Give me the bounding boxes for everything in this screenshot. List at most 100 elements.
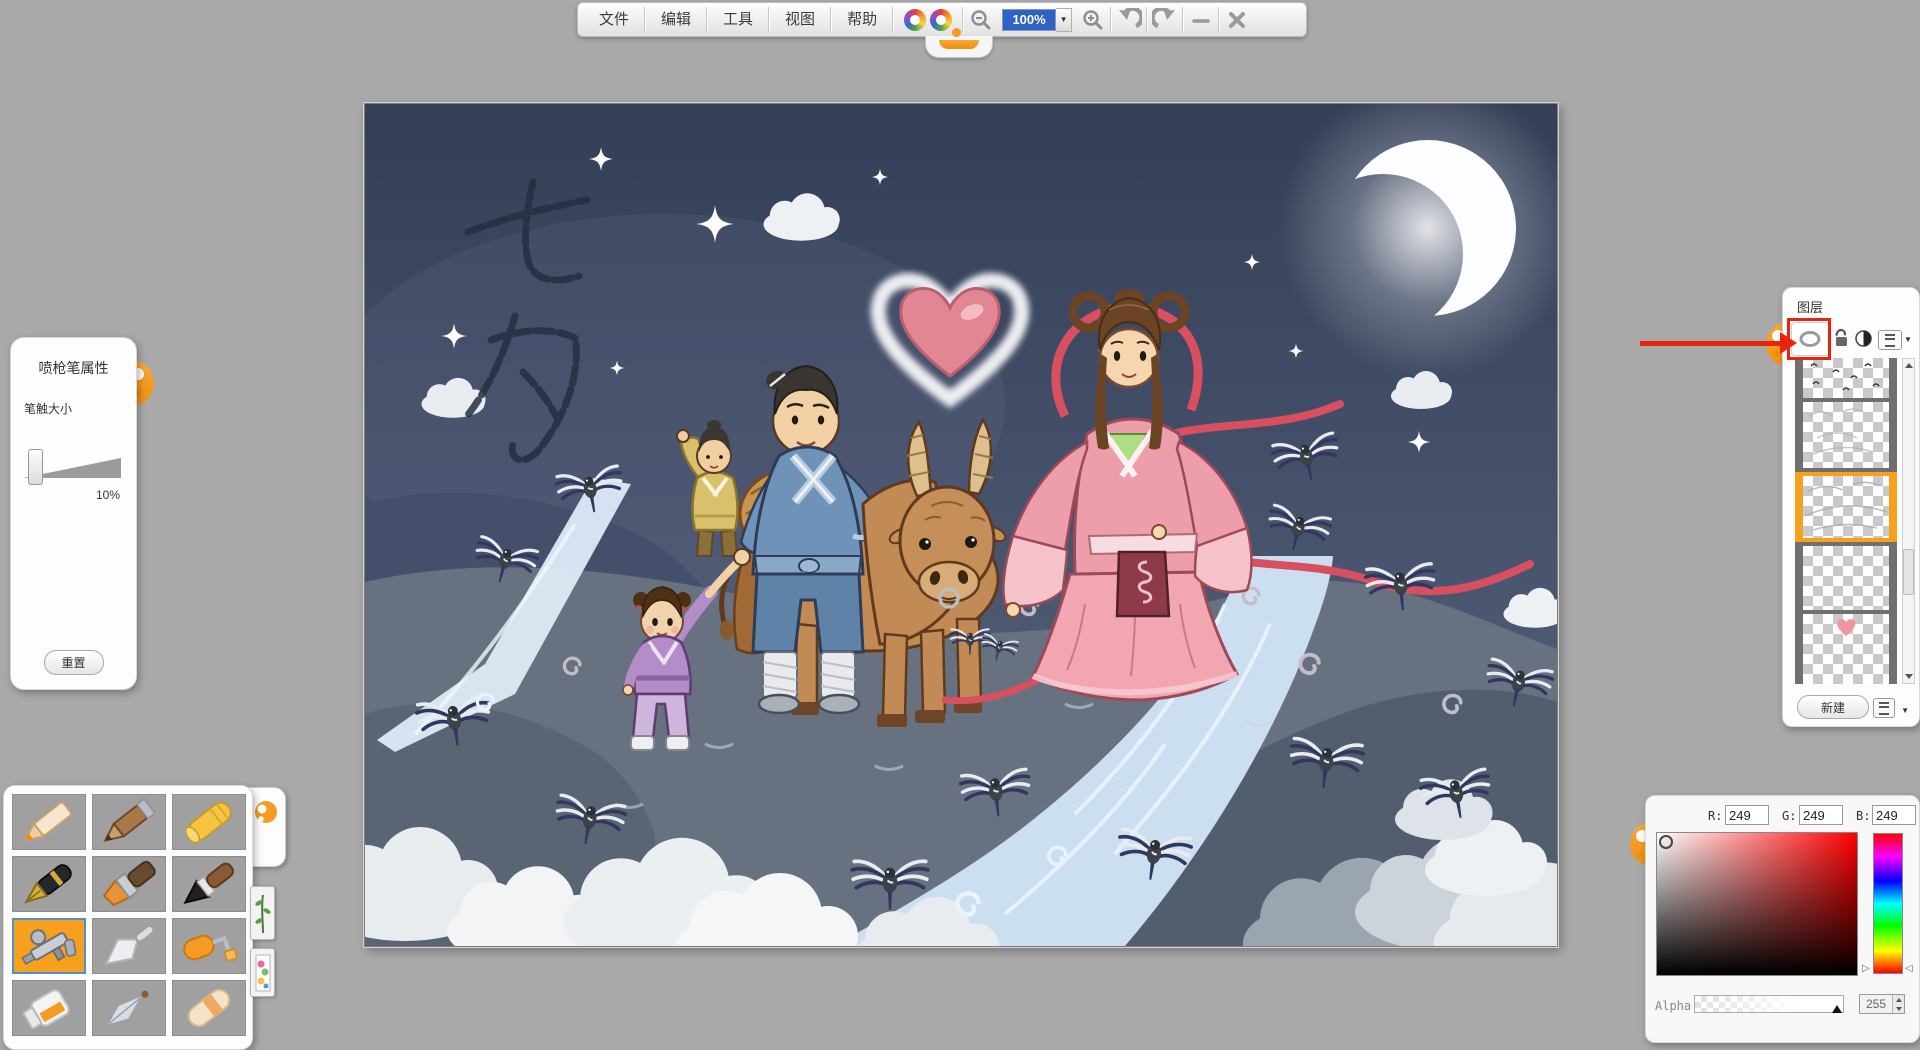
hue-bar[interactable]: [1873, 833, 1903, 974]
paint-bottle-icon: [14, 982, 84, 1034]
green-label: G:: [1782, 809, 1796, 823]
new-layer-button[interactable]: 新建: [1797, 695, 1869, 719]
menu-file[interactable]: 文件: [584, 3, 644, 36]
palette-handle-icon: [254, 798, 278, 830]
logo-eye-icon: [904, 9, 926, 31]
menu-tools[interactable]: 工具: [708, 3, 768, 36]
fountain-pen-icon: [14, 858, 84, 910]
brush-size-slider[interactable]: [23, 456, 121, 478]
tool-fountain-pen[interactable]: [12, 856, 86, 912]
menu-help[interactable]: 帮助: [832, 3, 892, 36]
red-field[interactable]: [1725, 805, 1769, 825]
menu-lines-icon: [1885, 334, 1895, 347]
contrast-button[interactable]: [1855, 330, 1872, 347]
zoom-out-icon: [970, 9, 992, 31]
hue-marker-right-icon[interactable]: ◁: [1905, 963, 1913, 974]
wood-pencil-icon: [94, 796, 164, 848]
application-window: 文件 编辑 工具 视图 帮助 100% ▼: [0, 0, 1920, 1050]
picture-stamp-icon: [255, 954, 271, 992]
zoom-in-button[interactable]: [1076, 5, 1110, 35]
saturation-value-picker[interactable]: [1656, 832, 1858, 976]
brush-panel-title: 喷枪笔属性: [11, 358, 136, 378]
close-icon: [1227, 10, 1247, 30]
logo-clown-eyes: [894, 9, 962, 31]
tool-metal-nib[interactable]: [92, 980, 166, 1036]
alpha-label: Alpha: [1655, 999, 1691, 1013]
tool-palette: [3, 785, 253, 1050]
alpha-spinner: 255: [1859, 994, 1905, 1014]
menu-view[interactable]: 视图: [770, 3, 830, 36]
blue-field[interactable]: [1872, 805, 1916, 825]
paint-roller-icon: [174, 920, 244, 972]
zoom-out-button[interactable]: [964, 5, 998, 35]
layer-row-empty[interactable]: [1795, 546, 1897, 610]
plant-stamp-button[interactable]: [250, 886, 275, 940]
scroll-down-button[interactable]: [1903, 670, 1914, 683]
layer-options-dropdown[interactable]: ▼: [1904, 335, 1912, 344]
unlock-button[interactable]: [1833, 328, 1849, 348]
drawing-canvas[interactable]: [364, 103, 1558, 947]
layer-scrollbar[interactable]: [1902, 358, 1915, 684]
plant-stamp-icon: [255, 891, 271, 935]
tool-airbrush[interactable]: [12, 918, 86, 974]
tool-eraser[interactable]: [172, 980, 246, 1036]
menu-edit[interactable]: 编辑: [646, 3, 706, 36]
alpha-increment-button[interactable]: [1893, 995, 1904, 1004]
layer-thumbnail: [1803, 614, 1889, 684]
tool-paint-roller[interactable]: [172, 918, 246, 974]
colored-pencil-icon: [14, 796, 84, 848]
crayon-icon: [174, 796, 244, 848]
joined-hands: [734, 549, 750, 565]
tool-ink-brush[interactable]: [172, 856, 246, 912]
hue-marker-left-icon[interactable]: ▷: [1862, 963, 1870, 974]
layer-row-birds[interactable]: [1795, 358, 1897, 398]
alpha-decrement-button[interactable]: [1893, 1004, 1904, 1013]
picture-stamp-button[interactable]: [250, 948, 275, 997]
scroll-thumb[interactable]: [1903, 549, 1914, 595]
layer-list-menu-dropdown[interactable]: ▼: [1901, 706, 1909, 715]
blue-label: B:: [1856, 809, 1870, 823]
redo-button[interactable]: [1148, 5, 1182, 35]
zoom-in-icon: [1082, 9, 1104, 31]
logo-smile-icon: [939, 40, 979, 49]
zoom-level-control: 100% ▼: [1002, 8, 1072, 32]
layer-row-selected[interactable]: [1795, 472, 1897, 542]
minimize-button[interactable]: [1184, 5, 1218, 35]
annotation-highlight-rect: [1787, 318, 1831, 360]
layer-thumbnail: [1803, 358, 1889, 398]
tool-wood-pencil[interactable]: [92, 794, 166, 850]
handle-dot: [1638, 850, 1644, 856]
brush-size-label: 笔触大小: [24, 400, 136, 417]
alpha-slider[interactable]: [1694, 995, 1844, 1013]
flat-brush-icon: [94, 858, 164, 910]
minimize-icon: [1191, 10, 1211, 30]
alpha-marker-icon[interactable]: [1832, 1005, 1842, 1013]
layer-list-menu-button[interactable]: [1873, 698, 1895, 718]
layer-list: [1795, 358, 1897, 684]
tool-flat-brush[interactable]: [92, 856, 166, 912]
ink-brush-icon: [174, 858, 244, 910]
tool-colored-pencil[interactable]: [12, 794, 86, 850]
tool-palette-knife[interactable]: [92, 918, 166, 974]
brush-properties-panel: 喷枪笔属性 笔触大小 10% 重置: [10, 337, 137, 690]
close-button[interactable]: [1220, 5, 1254, 35]
red-label: R:: [1708, 809, 1722, 823]
zoom-dropdown-button[interactable]: ▼: [1056, 8, 1072, 32]
reset-button[interactable]: 重置: [44, 650, 104, 675]
undo-button[interactable]: [1112, 5, 1146, 35]
layer-row-heart[interactable]: [1795, 614, 1897, 684]
tool-crayon[interactable]: [172, 794, 246, 850]
logo-eye-icon: [930, 9, 952, 31]
tool-paint-bottle[interactable]: [12, 980, 86, 1036]
brush-size-value: 10%: [96, 488, 120, 502]
layer-row-faint-sketch[interactable]: [1795, 402, 1897, 468]
alpha-value[interactable]: 255: [1860, 995, 1892, 1013]
zoom-level-input[interactable]: 100%: [1002, 9, 1056, 31]
palette-knife-icon: [94, 920, 164, 972]
layer-options-button[interactable]: [1878, 330, 1902, 350]
scroll-up-button[interactable]: [1903, 359, 1914, 372]
slider-thumb[interactable]: [28, 449, 43, 485]
logo-mouth-tab: [925, 36, 993, 58]
green-field[interactable]: [1799, 805, 1843, 825]
color-selector-ring[interactable]: [1659, 835, 1673, 849]
